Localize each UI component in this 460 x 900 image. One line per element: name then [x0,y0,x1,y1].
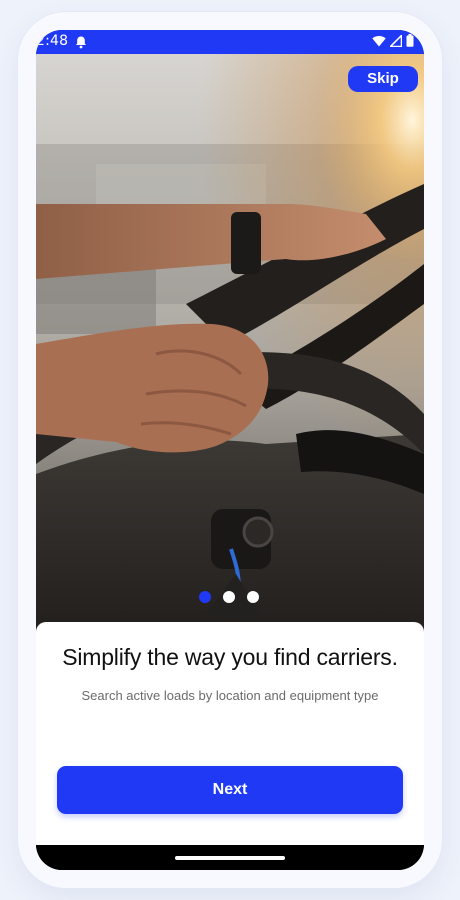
page-dot-1-active[interactable] [199,591,211,603]
home-indicator[interactable] [175,856,285,860]
truck-driver-photo [36,54,424,654]
status-time: 2:48 [36,33,69,49]
next-button[interactable]: Next [57,766,403,814]
onboarding-card: Simplify the way you find carriers. Sear… [36,622,424,845]
page-dot-2[interactable] [223,591,235,603]
page-dot-3[interactable] [247,591,259,603]
bell-icon [76,36,86,49]
system-nav-bar [36,845,424,870]
hero-image [36,54,424,654]
battery-icon [406,34,414,47]
signal-icon [390,34,402,47]
skip-button[interactable]: Skip [348,66,418,92]
status-icons [372,34,414,47]
page-indicator [199,591,259,603]
status-bar: 2:48 [36,30,424,54]
onboarding-subtext: Search active loads by location and equi… [81,688,379,703]
onboarding-headline: Simplify the way you find carriers. [62,644,398,670]
app-screen: 2:48 Skip Simplify the way you find carr… [36,30,424,870]
wifi-icon [372,35,386,46]
